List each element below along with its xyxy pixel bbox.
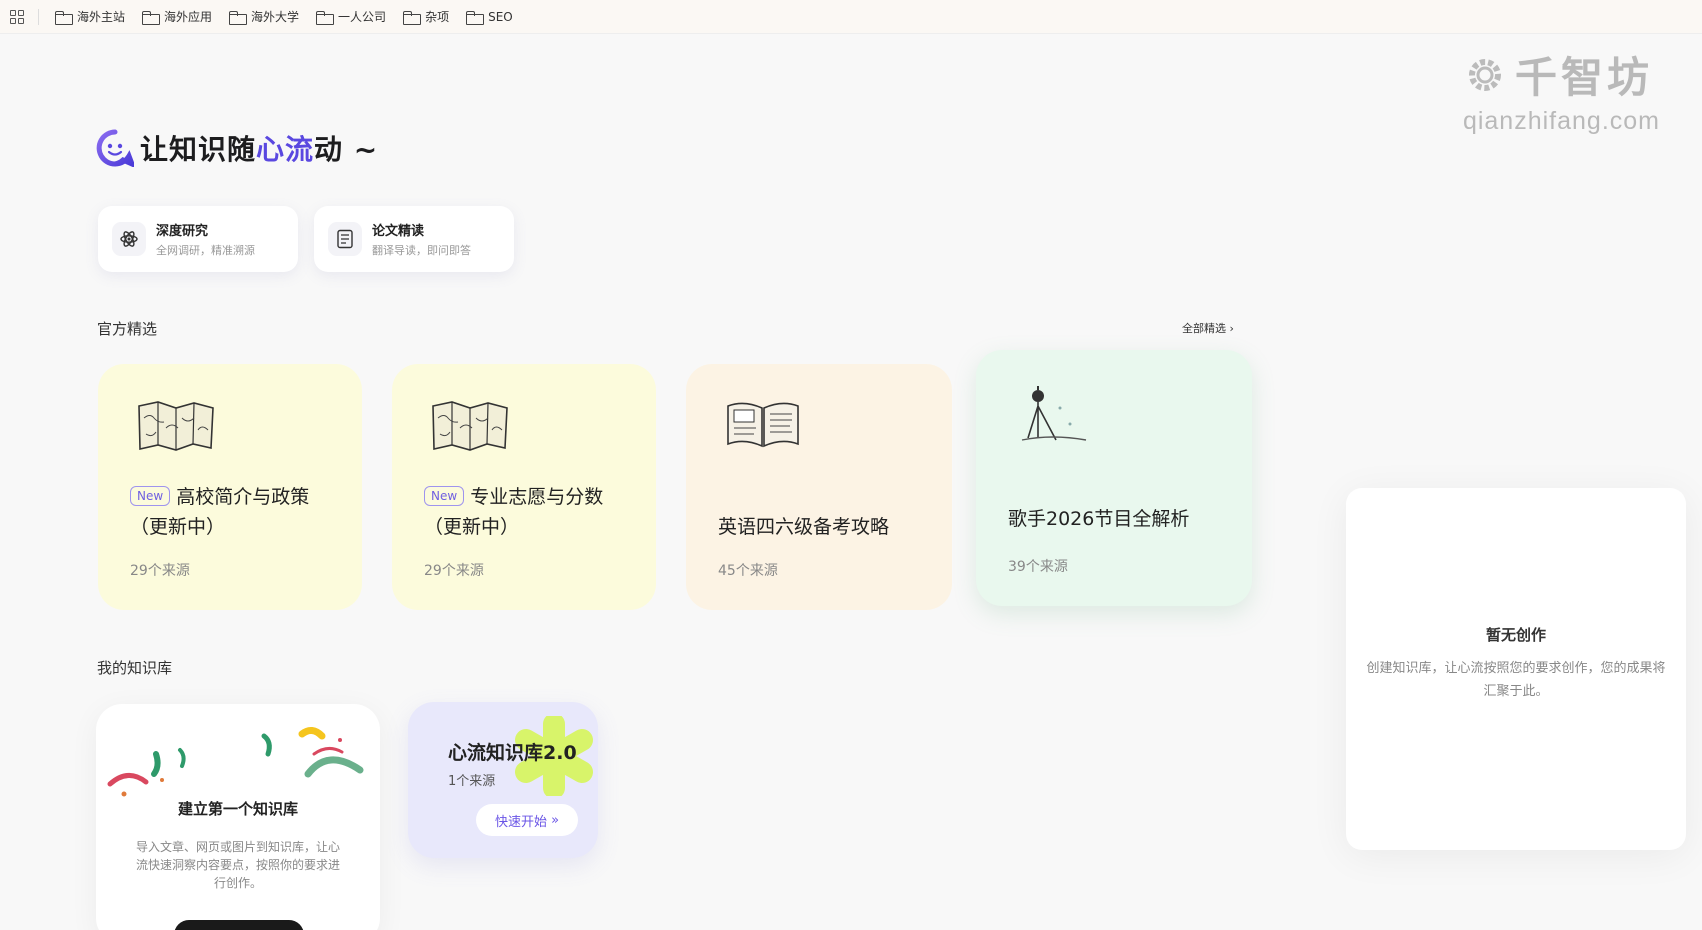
microphone-icon xyxy=(1021,386,1087,441)
knowledge-base-card[interactable]: 心流知识库2.0 1个来源 快速开始 » xyxy=(408,702,598,858)
page-title: 让知识随心流动 ~ xyxy=(140,133,379,166)
gear-icon xyxy=(1468,58,1501,91)
watermark: 千智坊 qianzhifang.com xyxy=(1463,44,1660,136)
book-icon xyxy=(727,402,799,448)
create-kb-button[interactable] xyxy=(174,920,304,930)
create-kb-card[interactable]: 建立第一个知识库 导入文章、网页或图片到知识库，让心流快速洞察内容要点，按照你的… xyxy=(96,704,380,930)
bookmarks-bar: 海外主站 海外应用 海外大学 一人公司 杂项 SEO xyxy=(0,0,1702,34)
folder-icon xyxy=(403,10,422,25)
bookmark-label: 海外主站 xyxy=(77,10,126,24)
empty-state-title: 暂无创作 xyxy=(1485,626,1546,644)
quick-action-subtitle: 翻译导读，即问即答 xyxy=(372,244,471,257)
logo-icon xyxy=(96,129,134,167)
kb-title: 心流知识库2.0 xyxy=(448,742,577,764)
source-count: 39个来源 xyxy=(1008,559,1068,575)
watermark-title: 千智坊 xyxy=(1514,53,1653,102)
creation-panel: 暂无创作 创建知识库，让心流按照您的要求创作，您的成果将汇聚于此。 xyxy=(1346,488,1686,850)
source-count: 45个来源 xyxy=(718,563,778,579)
official-card[interactable]: 歌手2026节目全解析 39个来源 xyxy=(976,350,1252,606)
quick-action-subtitle: 全网调研，精准溯源 xyxy=(156,244,255,257)
bookmark-label: 海外大学 xyxy=(251,10,300,24)
hero-heading: 让知识随心流动 ~ xyxy=(96,128,378,168)
new-badge: New xyxy=(130,486,171,506)
empty-state-desc: 创建知识库，让心流按照您的要求创作，您的成果将汇聚于此。 xyxy=(1366,661,1666,699)
official-card[interactable]: New 高校简介与政策（更新中） 29个来源 xyxy=(98,364,362,610)
apps-grid-icon[interactable] xyxy=(10,9,24,24)
chevron-right-icon: › xyxy=(1229,322,1234,335)
watermark-url: qianzhifang.com xyxy=(1462,107,1660,135)
quick-action-title: 深度研究 xyxy=(156,224,209,239)
map-icon xyxy=(432,401,508,451)
card-title: 英语四六级备考攻略 xyxy=(718,516,890,538)
bookmark-folder[interactable]: SEO xyxy=(466,9,513,25)
divider xyxy=(38,8,39,25)
see-all-link[interactable]: 全部精选 › xyxy=(1182,320,1234,336)
section-title: 我的知识库 xyxy=(97,659,173,677)
deep-research-button[interactable]: 深度研究 全网调研，精准溯源 xyxy=(98,206,298,272)
atom-icon xyxy=(112,222,146,256)
folder-icon xyxy=(466,10,485,25)
quick-start-button[interactable]: 快速开始 » xyxy=(476,804,578,836)
folder-icon xyxy=(229,10,248,25)
quick-action-title: 论文精读 xyxy=(372,224,425,239)
bookmark-label: 一人公司 xyxy=(338,10,387,24)
source-count: 29个来源 xyxy=(130,563,190,579)
create-kb-desc: 导入文章、网页或图片到知识库，让心流快速洞察内容要点，按照你的要求进行创作。 xyxy=(135,840,340,890)
card-title: 歌手2026节目全解析 xyxy=(1008,508,1190,530)
folder-icon xyxy=(55,10,73,25)
create-kb-title: 建立第一个知识库 xyxy=(177,800,298,818)
bookmark-folder[interactable]: 海外应用 xyxy=(142,8,212,25)
bookmark-folder[interactable]: 海外大学 xyxy=(229,8,299,25)
new-badge: New xyxy=(424,486,465,506)
document-icon xyxy=(328,222,362,256)
bookmark-folder[interactable]: 杂项 xyxy=(403,8,449,25)
card-title: New 专业志愿与分数（更新中） xyxy=(424,486,604,538)
source-count: 29个来源 xyxy=(424,563,484,579)
section-title: 官方精选 xyxy=(97,320,158,338)
official-card[interactable]: 英语四六级备考攻略 45个来源 xyxy=(686,364,952,610)
bookmark-folder[interactable]: 海外主站 xyxy=(55,8,125,25)
official-card[interactable]: New 专业志愿与分数（更新中） 29个来源 xyxy=(392,364,656,610)
kb-source-count: 1个来源 xyxy=(448,774,496,789)
paper-reading-button[interactable]: 论文精读 翻译导读，即问即答 xyxy=(314,206,514,272)
bookmark-folder[interactable]: 一人公司 xyxy=(316,8,386,25)
map-icon xyxy=(138,401,214,451)
card-title: New 高校简介与政策（更新中） xyxy=(130,486,310,538)
folder-icon xyxy=(142,10,161,25)
bookmark-label: 杂项 xyxy=(425,10,450,24)
bookmark-label: SEO xyxy=(488,9,513,24)
folder-icon xyxy=(316,10,335,25)
double-chevron-right-icon: » xyxy=(551,812,560,828)
bookmark-label: 海外应用 xyxy=(164,10,213,24)
